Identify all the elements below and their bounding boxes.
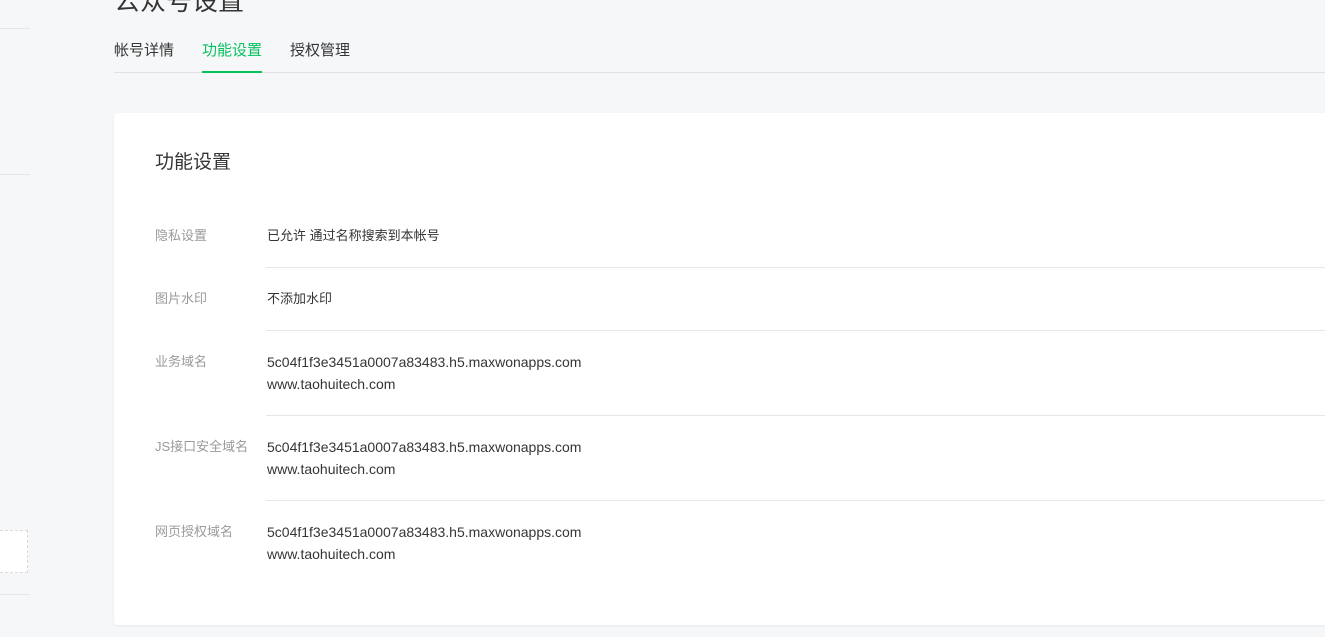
sidebar (0, 0, 30, 637)
tab-bar: 帐号详情 功能设置 授权管理 (114, 0, 1325, 73)
row-value: 5c04f1f3e3451a0007a83483.h5.maxwonapps.c… (267, 351, 581, 395)
row-divider (266, 330, 1325, 331)
row-value-line: 5c04f1f3e3451a0007a83483.h5.maxwonapps.c… (267, 439, 582, 455)
row-value-line: www.taohuitech.com (267, 376, 396, 392)
tab-account-details[interactable]: 帐号详情 (114, 40, 174, 73)
row-divider (266, 267, 1325, 268)
row-label: 图片水印 (155, 291, 208, 306)
sidebar-divider (0, 594, 30, 595)
tab-feature-settings[interactable]: 功能设置 (202, 40, 263, 73)
sidebar-divider (0, 28, 30, 29)
row-value: 5c04f1f3e3451a0007a83483.h5.maxwonapps.c… (267, 521, 581, 565)
row-label: 业务域名 (155, 354, 208, 369)
sidebar-divider (0, 174, 30, 175)
row-divider (266, 500, 1325, 501)
sidebar-upload-placeholder[interactable] (0, 530, 28, 573)
row-value-line: www.taohuitech.com (267, 546, 396, 562)
row-value: 5c04f1f3e3451a0007a83483.h5.maxwonapps.c… (267, 436, 581, 480)
row-value: 不添加水印 (267, 288, 332, 310)
row-divider (266, 415, 1325, 416)
row-label: JS接口安全域名 (155, 439, 249, 454)
row-value-line: www.taohuitech.com (267, 461, 396, 477)
row-label: 网页授权域名 (155, 524, 234, 539)
row-value-line: 已允许 通过名称搜索到本帐号 (267, 228, 440, 243)
row-value-line: 不添加水印 (267, 291, 333, 306)
card-title: 功能设置 (155, 152, 232, 173)
row-value-line: 5c04f1f3e3451a0007a83483.h5.maxwonapps.c… (267, 354, 582, 370)
feature-settings-card: 功能设置 隐私设置 已允许 通过名称搜索到本帐号 图片水印 不添加水印 业务域名… (114, 113, 1325, 625)
row-value: 已允许 通过名称搜索到本帐号 (267, 225, 440, 247)
tab-authorization-management[interactable]: 授权管理 (290, 40, 350, 73)
row-value-line: 5c04f1f3e3451a0007a83483.h5.maxwonapps.c… (267, 524, 582, 540)
row-label: 隐私设置 (155, 228, 208, 243)
